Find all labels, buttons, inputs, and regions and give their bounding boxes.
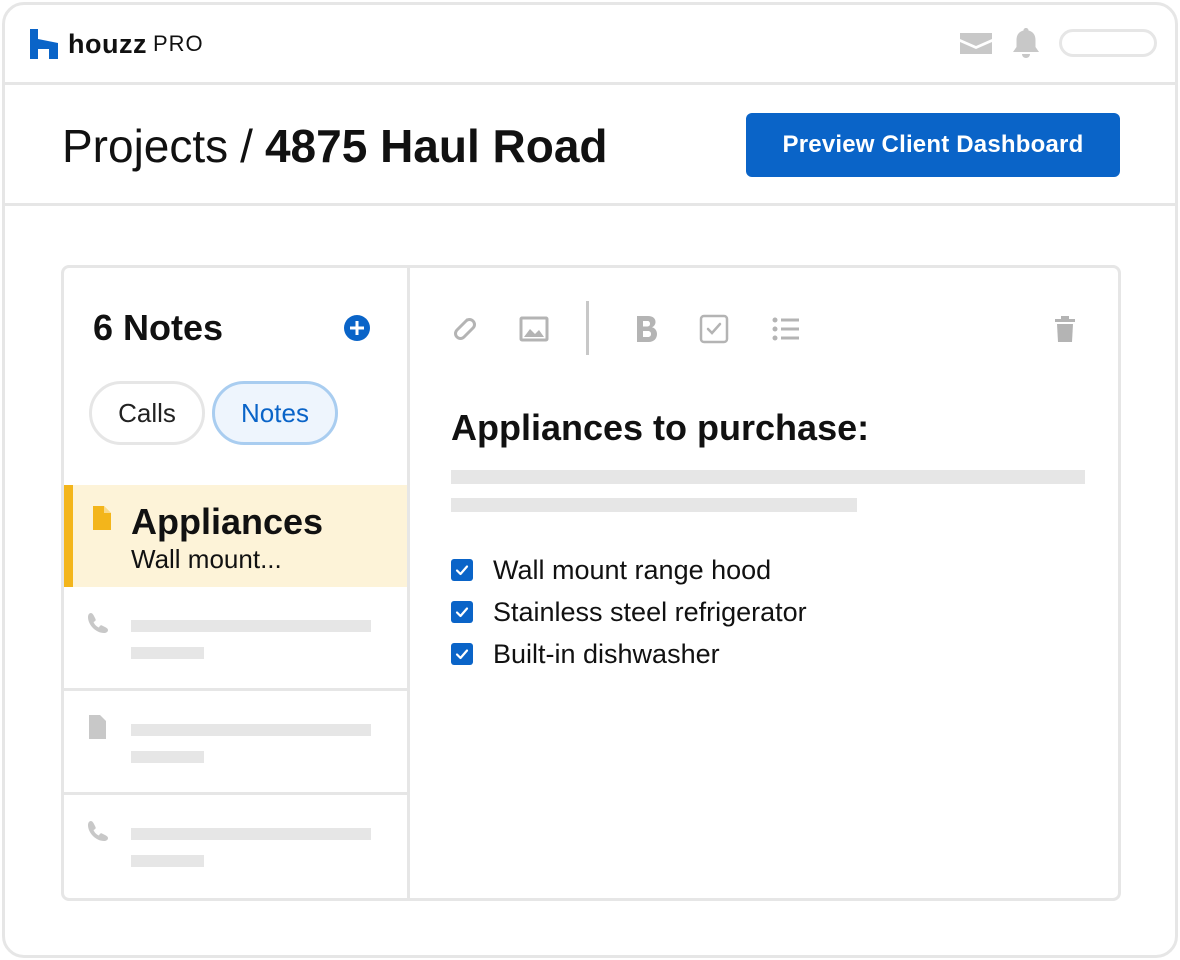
filter-notes[interactable]: Notes — [212, 381, 338, 445]
checked-checkbox[interactable] — [451, 601, 473, 623]
houzz-logo-icon — [30, 29, 58, 59]
checklist-item-label: Stainless steel refrigerator — [493, 596, 807, 627]
brand-suffix: PRO — [152, 31, 204, 56]
checklist-item: Built-in dishwasher — [451, 633, 807, 675]
list-item[interactable] — [64, 795, 407, 899]
placeholder-line — [131, 724, 371, 736]
title-bar: Projects/4875 Haul Road Preview Client D… — [5, 88, 1175, 206]
notes-count: 6 Notes — [93, 307, 224, 348]
checkbox-icon[interactable] — [699, 314, 729, 344]
brand-name: houzz — [68, 29, 147, 59]
note-editor: Appliances to purchase: Wall mount range… — [413, 268, 1118, 898]
placeholder-line — [131, 620, 371, 632]
placeholder-line — [131, 828, 371, 840]
houzz-logo[interactable]: houzz PRO — [30, 29, 204, 59]
phone-icon — [88, 613, 108, 633]
trash-icon[interactable] — [1050, 314, 1080, 344]
attachment-icon[interactable] — [449, 314, 479, 344]
checkmark-icon — [455, 649, 469, 660]
search-pill[interactable] — [1059, 29, 1157, 57]
note-title: Appliances — [131, 501, 324, 542]
notes-card: 6 Notes Calls Notes Appliances Wall moun… — [61, 265, 1121, 901]
bullet-list-icon[interactable] — [771, 314, 801, 344]
checklist-item: Stainless steel refrigerator — [451, 591, 807, 633]
top-bar: houzz PRO — [5, 5, 1175, 85]
bell-icon[interactable] — [1011, 27, 1041, 59]
top-icons — [959, 27, 1157, 59]
checklist-item-label: Built-in dishwasher — [493, 638, 720, 669]
page-title: 4875 Haul Road — [264, 120, 608, 172]
notes-sidebar: 6 Notes Calls Notes Appliances Wall moun… — [64, 268, 410, 898]
checkmark-icon — [455, 565, 469, 576]
note-snippet: Wall mount... — [131, 544, 282, 574]
list-item[interactable] — [64, 587, 407, 691]
checkmark-icon — [455, 607, 469, 618]
document-icon — [93, 506, 111, 530]
document-icon — [89, 715, 106, 739]
editor-toolbar — [413, 298, 1118, 358]
preview-client-dashboard-button[interactable]: Preview Client Dashboard — [746, 113, 1120, 177]
checked-checkbox[interactable] — [451, 559, 473, 581]
note-heading[interactable]: Appliances to purchase: — [451, 406, 869, 450]
bold-icon[interactable] — [631, 314, 661, 344]
app-window: houzz PRO Projects/4875 Haul Road Previe… — [2, 2, 1178, 958]
toolbar-divider — [586, 301, 589, 355]
breadcrumb-separator: / — [240, 120, 253, 172]
breadcrumb: Projects/4875 Haul Road — [62, 118, 608, 174]
placeholder-line — [131, 751, 204, 763]
checklist: Wall mount range hood Stainless steel re… — [451, 549, 807, 675]
placeholder-line — [451, 470, 1085, 484]
list-item[interactable] — [64, 691, 407, 795]
list-item-selected[interactable]: Appliances Wall mount... — [64, 485, 407, 587]
placeholder-line — [451, 498, 857, 512]
checklist-item: Wall mount range hood — [451, 549, 807, 591]
placeholder-line — [131, 647, 204, 659]
breadcrumb-projects[interactable]: Projects — [62, 120, 228, 172]
filter-calls[interactable]: Calls — [89, 381, 205, 445]
image-icon[interactable] — [519, 314, 549, 344]
checked-checkbox[interactable] — [451, 643, 473, 665]
add-note-icon[interactable] — [343, 314, 371, 342]
checklist-item-label: Wall mount range hood — [493, 554, 772, 585]
mail-icon[interactable] — [959, 31, 993, 55]
placeholder-line — [131, 855, 204, 867]
phone-icon — [88, 821, 108, 841]
